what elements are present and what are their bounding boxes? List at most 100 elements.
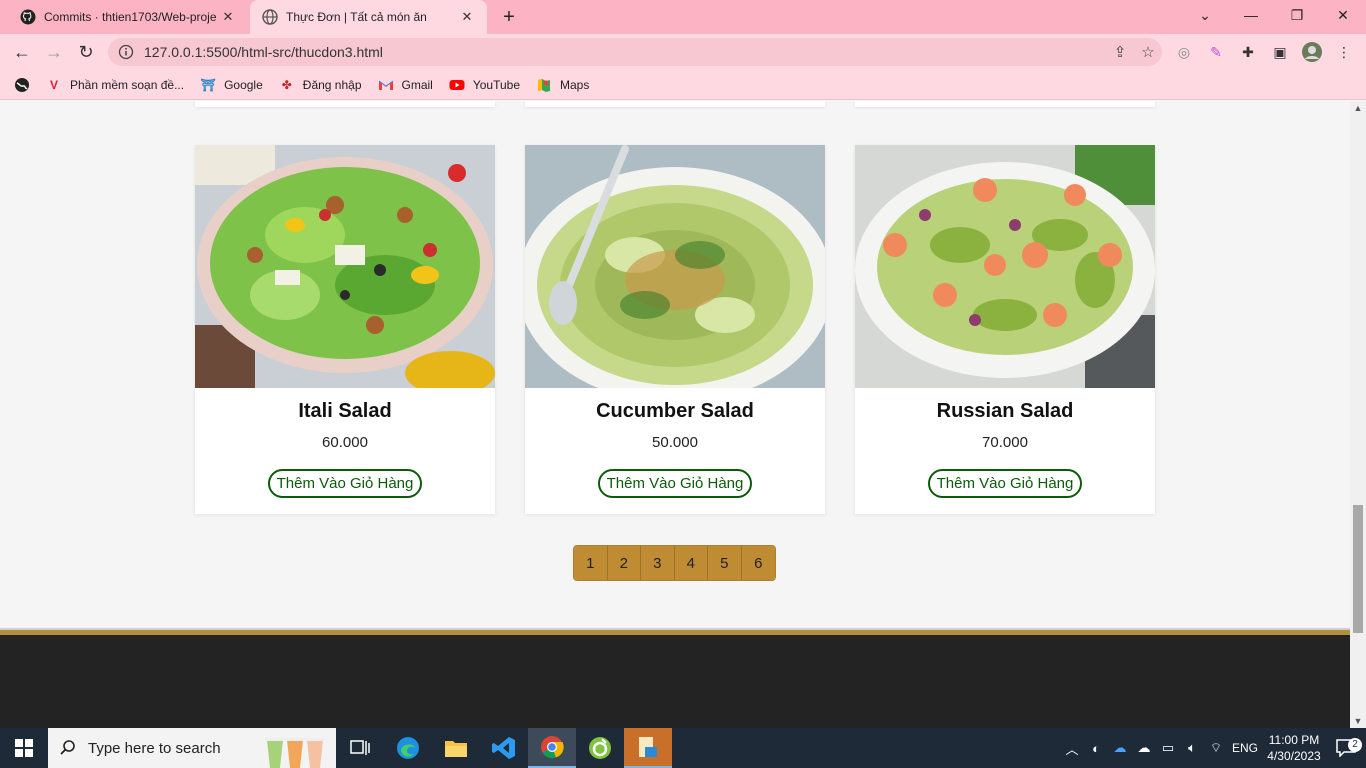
tab-thuc-don[interactable]: Thực Đơn | Tất cả món ăn ✕ — [250, 0, 487, 34]
page-link-6[interactable]: 6 — [741, 546, 775, 580]
url-text[interactable]: 127.0.0.1:5500/html-src/thucdon3.html — [144, 44, 1106, 60]
coccoc-icon[interactable] — [576, 728, 624, 768]
page-link-2[interactable]: 2 — [607, 546, 641, 580]
bookmark-label: YouTube — [472, 77, 520, 92]
login-icon: ✤ — [281, 77, 292, 92]
forward-icon[interactable]: → — [42, 40, 66, 64]
clock-date: 4/30/2023 — [1267, 749, 1321, 763]
close-tab-icon[interactable]: ✕ — [459, 9, 475, 25]
item-name: Russian Salad — [936, 400, 1074, 422]
volume-icon[interactable]: 🔈︎ — [1180, 740, 1204, 756]
address-bar[interactable]: 127.0.0.1:5500/html-src/thucdon3.html ⇪ … — [108, 38, 1162, 66]
share-icon[interactable]: ⇪ — [1106, 43, 1134, 61]
bookmark-item-6[interactable]: Maps — [536, 77, 589, 93]
menu-card-itali-salad: Itali Salad 60.000 Thêm Vào Giỏ Hàng — [195, 145, 495, 514]
tab-title: Commits · thtien1703/Web-proje — [44, 10, 217, 24]
site-info-icon[interactable] — [118, 44, 134, 60]
menu-card-cucumber-salad: Cucumber Salad 50.000 Thêm Vào Giỏ Hàng — [525, 145, 825, 514]
battery-icon[interactable]: ▭ — [1156, 740, 1180, 756]
bookmark-item-2[interactable]: ⛩ Google — [200, 77, 263, 93]
windows-taskbar: Type here to search ︿ ◐ ☁ ☁ ▭ 🔈︎ ⌔ ENG 1… — [0, 728, 1366, 768]
system-tray: ︿ ◐ ☁ ☁ ▭ 🔈︎ ⌔ ENG 11:00 PM 4/30/2023 2 — [1060, 728, 1366, 768]
task-view-icon[interactable] — [336, 728, 384, 768]
add-to-cart-button[interactable]: Thêm Vào Giỏ Hàng — [267, 469, 423, 498]
tab-title: Thực Đơn | Tất cả món ăn — [286, 10, 427, 24]
apps-icon[interactable] — [14, 77, 30, 93]
page-link-3[interactable]: 3 — [641, 546, 675, 580]
chevron-up-icon[interactable]: ︿ — [1060, 739, 1084, 758]
scrollbar-thumb[interactable] — [1353, 505, 1363, 633]
cucumber-salad-image — [525, 145, 825, 388]
bookmark-label: Phần mềm soạn đề... — [70, 77, 185, 92]
notifications-icon[interactable]: 2 — [1326, 738, 1366, 757]
bookmark-item-5[interactable]: YouTube — [449, 77, 520, 93]
tab-search-icon[interactable]: ⌄ — [1182, 0, 1228, 30]
language-indicator[interactable]: ENG — [1228, 741, 1262, 755]
tab-strip: Commits · thtien1703/Web-proje ✕ Thực Đơ… — [0, 0, 1366, 34]
page-content: Itali Salad 60.000 Thêm Vào Giỏ Hàng Cuc… — [0, 101, 1350, 728]
bookmark-star-icon[interactable]: ☆ — [1134, 43, 1162, 61]
extensions-icon[interactable]: ✚ — [1238, 42, 1258, 62]
github-icon — [20, 9, 36, 25]
browser-toolbar: ← → ↻ 127.0.0.1:5500/html-src/thucdon3.h… — [0, 34, 1366, 70]
bookmark-item-1[interactable]: V Phần mềm soạn đề... — [46, 77, 184, 93]
page-link-5[interactable]: 5 — [708, 546, 742, 580]
cloud-icon[interactable]: ☁ — [1132, 740, 1156, 756]
bookmarks-bar: V Phần mềm soạn đề... ⛩ Google ✤ Đăng nh… — [0, 70, 1366, 100]
onedrive-icon[interactable]: ☁ — [1108, 740, 1132, 756]
file-explorer-icon[interactable] — [432, 728, 480, 768]
scroll-up-icon[interactable]: ▲ — [1350, 101, 1366, 115]
profile-avatar-icon[interactable] — [1302, 42, 1322, 62]
reload-icon[interactable]: ↻ — [74, 40, 98, 64]
restore-icon[interactable]: ❐ — [1274, 0, 1320, 30]
item-price: 70.000 — [982, 434, 1028, 451]
taskbar-search-box[interactable]: Type here to search — [48, 728, 336, 768]
edge-icon[interactable] — [384, 728, 432, 768]
vietjack-icon: V — [49, 77, 58, 92]
globe-icon — [262, 9, 278, 25]
side-panel-icon[interactable]: ▣ — [1270, 42, 1290, 62]
page-link-4[interactable]: 4 — [674, 546, 708, 580]
add-to-cart-button[interactable]: Thêm Vào Giỏ Hàng — [927, 469, 1083, 498]
windows-start-icon[interactable] — [0, 728, 48, 768]
bookmark-label: Gmail — [401, 77, 433, 92]
search-icon — [48, 739, 88, 757]
kebab-menu-icon[interactable]: ⋮ — [1334, 42, 1354, 62]
compass-icon[interactable]: ◎ — [1174, 42, 1194, 62]
close-tab-icon[interactable]: ✕ — [220, 9, 236, 25]
vscode-icon[interactable] — [480, 728, 528, 768]
previous-row-card — [525, 101, 825, 107]
maps-icon — [538, 78, 550, 92]
close-window-icon[interactable]: ✕ — [1320, 0, 1366, 30]
scroll-down-icon[interactable]: ▼ — [1350, 714, 1366, 728]
bookmark-label: Đăng nhập — [302, 77, 362, 92]
add-to-cart-button[interactable]: Thêm Vào Giỏ Hàng — [597, 469, 753, 498]
bookmark-label: Google — [224, 77, 263, 92]
wifi-icon[interactable]: ⌔ — [1204, 740, 1228, 756]
new-tab-icon[interactable]: + — [498, 6, 520, 28]
clock-time: 11:00 PM — [1268, 733, 1320, 747]
bubble-tea-icon — [256, 728, 336, 768]
page-scrollbar[interactable]: ▲ ▼ — [1350, 101, 1366, 728]
bookmark-item-3[interactable]: ✤ Đăng nhập — [279, 77, 362, 93]
tab-commits[interactable]: Commits · thtien1703/Web-proje ✕ — [8, 0, 248, 34]
color-picker-icon[interactable]: ✎ — [1206, 42, 1226, 62]
youtube-icon — [449, 79, 465, 90]
russian-salad-image — [855, 145, 1155, 388]
notification-count: 2 — [1348, 738, 1362, 752]
sticky-app-icon[interactable] — [624, 728, 672, 768]
minimize-icon[interactable]: — — [1228, 0, 1274, 30]
bookmark-item-4[interactable]: Gmail — [378, 77, 433, 93]
chrome-icon[interactable] — [528, 728, 576, 768]
item-name: Cucumber Salad — [596, 400, 754, 422]
page-link-1[interactable]: 1 — [574, 546, 608, 580]
meet-icon[interactable]: ◐ — [1084, 741, 1108, 756]
item-price: 60.000 — [322, 434, 368, 451]
itali-salad-image — [195, 145, 495, 388]
back-icon[interactable]: ← — [10, 40, 34, 64]
previous-row-card — [195, 101, 495, 107]
site-footer — [0, 635, 1350, 728]
footer-divider — [0, 628, 1350, 635]
search-placeholder: Type here to search — [88, 739, 221, 757]
clock[interactable]: 11:00 PM 4/30/2023 — [1262, 732, 1326, 764]
